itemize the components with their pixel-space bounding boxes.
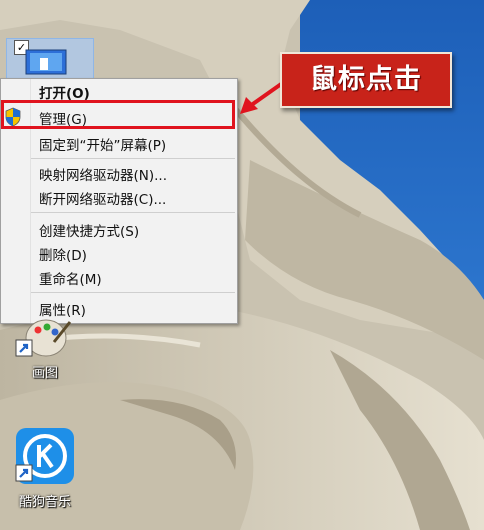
callout-text: 鼠标点击: [310, 64, 422, 95]
menu-item-open[interactable]: 打开(O): [2, 80, 236, 102]
highlight-box: [1, 100, 235, 129]
menu-item-disconnect-network-drive[interactable]: 断开网络驱动器(C)...: [2, 186, 236, 208]
shortcut-label-paint[interactable]: 画图: [0, 362, 90, 381]
paint-icon[interactable]: [14, 318, 72, 360]
menu-item-label: 断开网络驱动器(C)...: [39, 192, 167, 208]
menu-item-label: 创建快捷方式(S): [39, 224, 140, 240]
menu-separator: [31, 158, 235, 159]
menu-item-create-shortcut[interactable]: 创建快捷方式(S): [2, 218, 236, 240]
callout-box: 鼠标点击: [280, 52, 452, 108]
menu-item-properties[interactable]: 属性(R): [2, 297, 236, 319]
menu-item-pin-to-start[interactable]: 固定到“开始”屏幕(P): [2, 132, 236, 154]
menu-separator: [31, 212, 235, 213]
menu-item-label: 属性(R): [39, 303, 86, 319]
menu-item-map-network-drive[interactable]: 映射网络驱动器(N)...: [2, 162, 236, 184]
menu-item-rename[interactable]: 重命名(M): [2, 266, 236, 288]
menu-item-label: 重命名(M): [39, 272, 102, 288]
menu-item-label: 删除(D): [39, 248, 87, 264]
menu-item-label: 打开(O): [39, 86, 90, 102]
kugou-icon[interactable]: [14, 427, 76, 487]
shortcut-label-kugou[interactable]: 酷狗音乐: [0, 491, 90, 510]
computer-icon: [25, 49, 67, 75]
menu-item-label: 映射网络驱动器(N)...: [39, 168, 168, 184]
menu-item-label: 固定到“开始”屏幕(P): [39, 138, 167, 154]
menu-separator: [31, 292, 235, 293]
menu-item-delete[interactable]: 删除(D): [2, 242, 236, 264]
